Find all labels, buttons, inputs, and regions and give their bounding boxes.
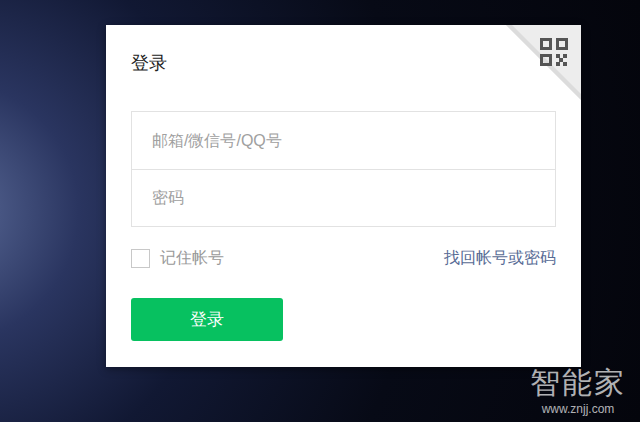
account-field[interactable] [132, 112, 555, 169]
watermark-brand: 智能家 [530, 366, 626, 400]
credentials-box [131, 111, 556, 227]
watermark: 智能家 www.znjj.com [530, 366, 626, 416]
options-row: 记住帐号 找回帐号或密码 [131, 248, 556, 268]
dialog-title: 登录 [131, 51, 556, 75]
remember-checkbox[interactable] [131, 249, 150, 268]
remember-option[interactable]: 记住帐号 [131, 246, 224, 270]
remember-label: 记住帐号 [160, 246, 224, 270]
watermark-url: www.znjj.com [542, 402, 615, 416]
recover-link[interactable]: 找回帐号或密码 [444, 246, 556, 270]
login-button[interactable]: 登录 [131, 298, 283, 341]
login-dialog: 登录记住帐号找回帐号或密码登录 [106, 25, 581, 367]
login-page: 登录记住帐号找回帐号或密码登录智能家www.znjj.com [0, 0, 640, 422]
password-field[interactable] [132, 169, 555, 226]
qr-code-icon[interactable] [506, 25, 581, 100]
